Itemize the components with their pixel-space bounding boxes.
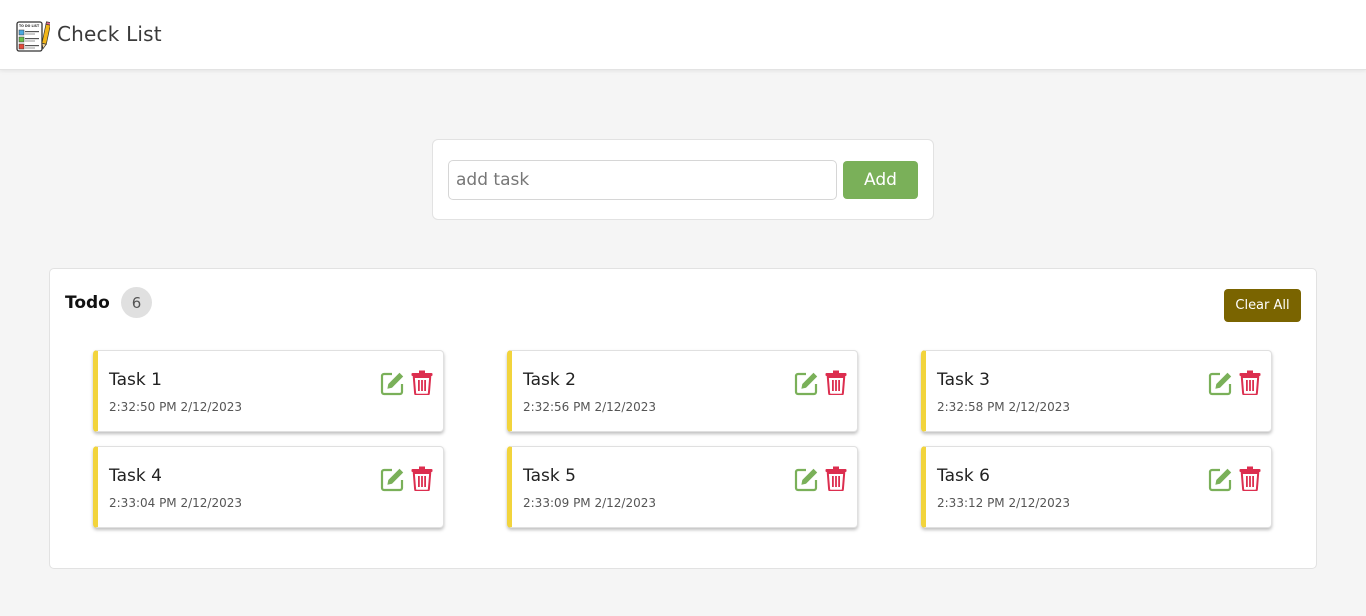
- task-card: Task 1 2:32:50 PM 2/12/2023: [93, 350, 444, 432]
- task-name: Task 4: [109, 466, 162, 486]
- app-title: Check List: [57, 22, 162, 46]
- edit-icon[interactable]: [1208, 371, 1233, 396]
- task-name: Task 6: [937, 466, 990, 486]
- task-card: Task 6 2:33:12 PM 2/12/2023: [921, 446, 1272, 528]
- task-timestamp: 2:33:04 PM 2/12/2023: [109, 496, 243, 510]
- edit-icon[interactable]: [1208, 467, 1233, 492]
- top-navbar: TO DO LIST Check List: [0, 0, 1366, 70]
- task-card: Task 3 2:32:58 PM 2/12/2023: [921, 350, 1272, 432]
- edit-icon[interactable]: [794, 371, 819, 396]
- task-timestamp: 2:32:50 PM 2/12/2023: [109, 400, 243, 414]
- edit-icon[interactable]: [380, 371, 405, 396]
- add-task-form: Add: [432, 139, 934, 220]
- task-name: Task 2: [523, 370, 576, 390]
- task-card: Task 5 2:33:09 PM 2/12/2023: [507, 446, 858, 528]
- trash-icon[interactable]: [825, 466, 847, 491]
- add-task-input[interactable]: [448, 160, 837, 200]
- clear-all-button[interactable]: Clear All: [1224, 289, 1301, 322]
- trash-icon[interactable]: [1239, 370, 1261, 395]
- task-card: Task 2 2:32:56 PM 2/12/2023: [507, 350, 858, 432]
- trash-icon[interactable]: [825, 370, 847, 395]
- task-name: Task 5: [523, 466, 576, 486]
- trash-icon[interactable]: [411, 466, 433, 491]
- svg-text:TO DO LIST: TO DO LIST: [19, 24, 40, 28]
- task-card: Task 4 2:33:04 PM 2/12/2023: [93, 446, 444, 528]
- task-timestamp: 2:32:58 PM 2/12/2023: [937, 400, 1071, 414]
- edit-icon[interactable]: [794, 467, 819, 492]
- task-name: Task 3: [937, 370, 990, 390]
- todo-panel: Todo 6 Clear All Task 1 2:32:50 PM 2/12/…: [49, 268, 1317, 569]
- edit-icon[interactable]: [380, 467, 405, 492]
- task-timestamp: 2:33:09 PM 2/12/2023: [523, 496, 657, 510]
- todo-list-logo-icon: TO DO LIST: [16, 21, 50, 52]
- task-timestamp: 2:33:12 PM 2/12/2023: [937, 496, 1071, 510]
- trash-icon[interactable]: [1239, 466, 1261, 491]
- task-name: Task 1: [109, 370, 162, 390]
- task-timestamp: 2:32:56 PM 2/12/2023: [523, 400, 657, 414]
- todo-count-badge: 6: [121, 287, 152, 318]
- add-task-button[interactable]: Add: [843, 161, 918, 199]
- trash-icon[interactable]: [411, 370, 433, 395]
- todo-heading: Todo: [65, 293, 110, 313]
